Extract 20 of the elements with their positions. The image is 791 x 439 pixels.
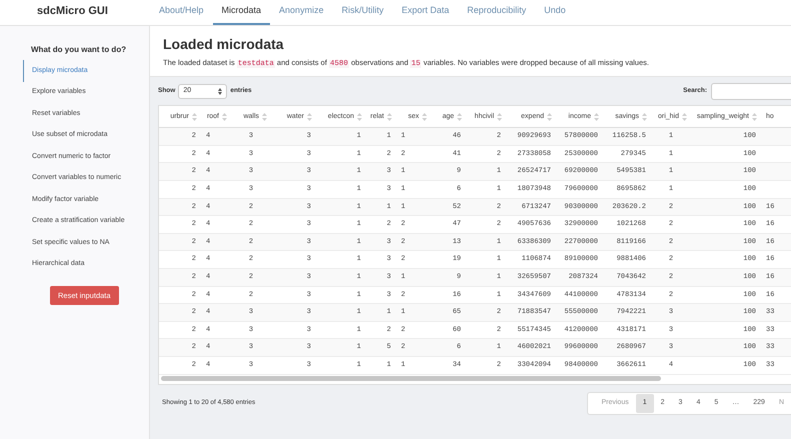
sort-icon xyxy=(192,112,197,121)
page-title: Loaded microdata xyxy=(163,36,285,52)
sort-icon xyxy=(682,112,687,121)
sort-icon xyxy=(497,112,502,121)
sort-icon xyxy=(422,112,427,121)
sort-icon xyxy=(222,112,227,121)
sort-icon xyxy=(387,112,392,121)
scrollbar[interactable] xyxy=(161,376,661,382)
app-title: sdcMicro GUI xyxy=(36,4,109,18)
sort-icon xyxy=(357,112,362,121)
updown-icon xyxy=(218,88,222,95)
sort-icon xyxy=(594,112,599,121)
sort-icon xyxy=(752,112,757,121)
sort-icon xyxy=(262,112,267,121)
search-field[interactable] xyxy=(711,82,791,100)
sort-icon xyxy=(307,112,312,121)
sidebar-heading: What do you want to do? xyxy=(30,44,128,56)
sort-icon xyxy=(642,112,647,121)
sort-icon xyxy=(547,112,552,121)
sort-icon xyxy=(457,112,462,121)
